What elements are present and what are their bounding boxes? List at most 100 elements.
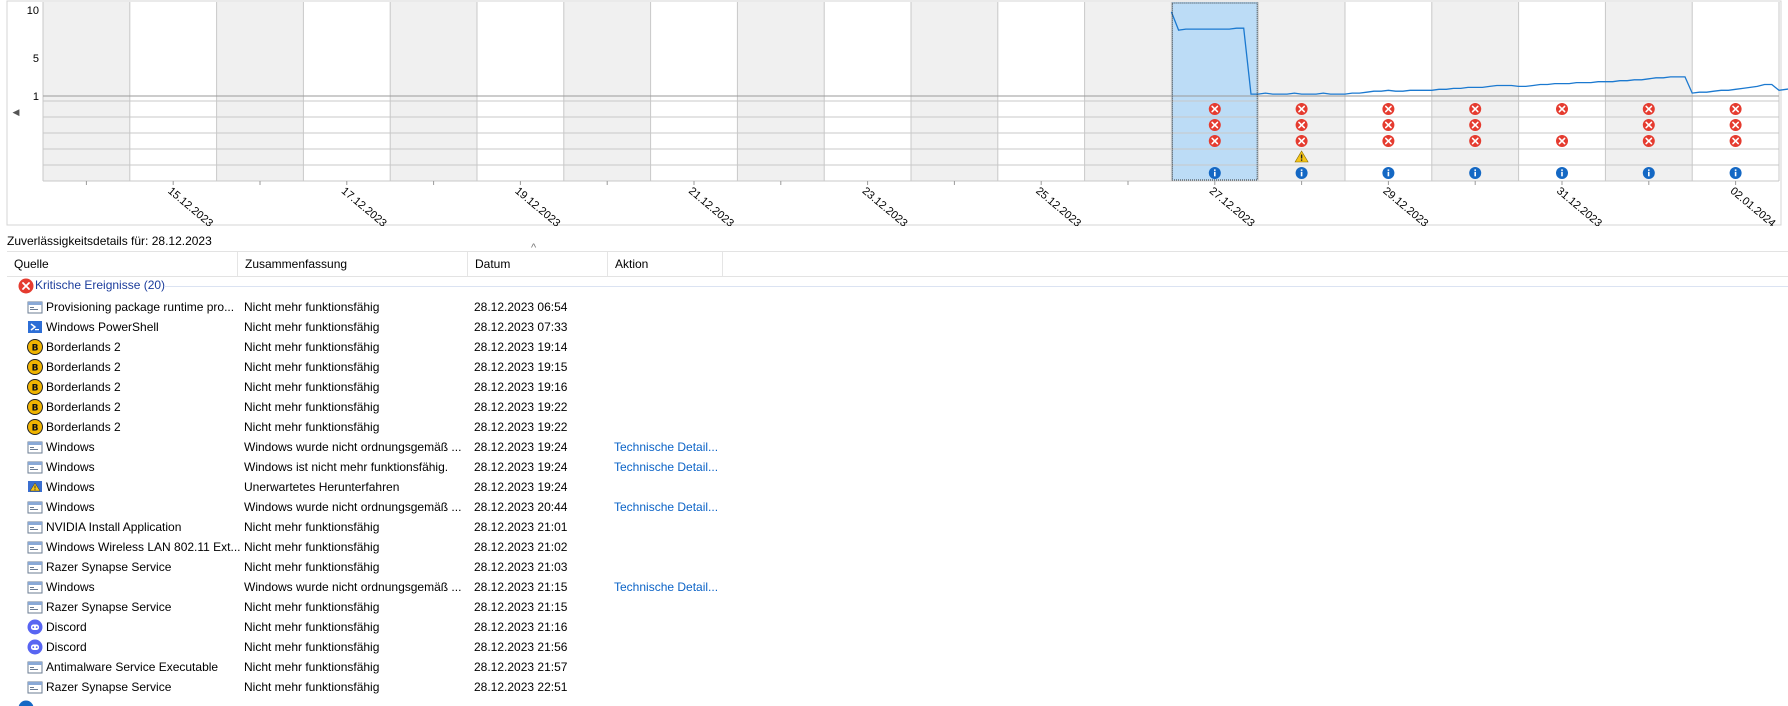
app-window-icon [27,659,43,675]
table-row[interactable]: Discord Nicht mehr funktionsfähig 28.12.20… [0,637,1788,657]
day-column[interactable] [650,2,738,181]
row-source: Discord [46,640,87,654]
technical-details-link[interactable]: Technische Detail... [614,440,718,454]
row-date: 28.12.2023 07:33 [474,320,568,334]
warning-marker-bang [1300,154,1303,159]
technical-details-link[interactable]: Technische Detail... [614,500,718,514]
app-window-icon [27,499,43,515]
row-source: Windows [46,440,95,454]
table-row[interactable]: Windows Unerwartetes Herunterfahren 28.12.… [0,477,1788,497]
day-column[interactable] [1518,2,1606,181]
row-summary: Unerwartetes Herunterfahren [244,480,400,494]
row-date: 28.12.2023 19:14 [474,340,568,354]
svg-text:B: B [32,424,39,434]
table-row[interactable]: Windows Windows wurde nicht ordnungsgemäß… [0,577,1788,597]
table-row[interactable]: Provisioning package runtime pro... Nicht… [0,297,1788,317]
day-column[interactable] [1692,2,1779,181]
table-row[interactable]: B Borderlands 2 Nicht mehr funktionsfähig 2… [0,337,1788,357]
table-row[interactable]: NVIDIA Install Application Nicht mehr fun… [0,517,1788,537]
table-row[interactable]: Antimalware Service Executable Nicht mehr… [0,657,1788,677]
day-column[interactable] [477,2,564,181]
info-marker-dot [1300,169,1303,171]
table-row[interactable]: Razer Synapse Service Nicht mehr funktion… [0,597,1788,617]
column-header-action[interactable]: Aktion [608,252,723,276]
group-info-events-partial [16,700,1788,706]
row-date: 28.12.2023 20:44 [474,500,568,514]
day-column[interactable] [303,2,391,181]
table-row[interactable]: B Borderlands 2 Nicht mehr funktionsfähig 2… [0,417,1788,437]
technical-details-link[interactable]: Technische Detail... [614,460,718,474]
table-row[interactable]: Razer Synapse Service Nicht mehr funktion… [0,557,1788,577]
borderlands-icon: B [27,339,43,355]
group-critical-events[interactable]: Kritische Ereignisse (20) [16,277,1788,295]
reliability-chart-svg[interactable]: 105115.12.2023 17.12.2023 19.12.2023 21.12.… [0,0,1788,226]
row-source: Discord [46,620,87,634]
day-column[interactable] [1605,2,1693,181]
day-column[interactable] [1084,2,1172,181]
borderlands-icon: B [27,379,43,395]
reliability-chart[interactable]: 10 5 1 15.12.2023 17.12.2023 19.12.2023 21.12.… [0,0,1788,226]
day-column[interactable] [43,2,130,181]
table-row[interactable]: Windows Windows wurde nicht ordnungsgemäß… [0,437,1788,457]
info-marker-bar [1734,171,1737,177]
app-window-icon [27,579,43,595]
day-column[interactable] [824,2,911,181]
row-source: Windows [46,480,95,494]
app-window-icon [27,519,43,535]
day-column[interactable] [1431,2,1519,181]
column-header-date[interactable]: Datum [468,252,608,276]
discord-icon [27,619,43,635]
day-column[interactable] [129,2,217,181]
row-source: Borderlands 2 [46,400,121,414]
borderlands-icon: B [27,419,43,435]
day-column[interactable] [390,2,477,181]
table-row[interactable]: Windows Wireless LAN 802.11 Ext... Nicht … [0,537,1788,557]
app-window-icon [27,679,43,695]
row-source: Windows [46,500,95,514]
row-date: 28.12.2023 19:24 [474,480,568,494]
event-list: Provisioning package runtime pro... Nicht… [0,297,1788,697]
svg-text:B: B [32,364,39,374]
day-column[interactable] [1345,2,1432,181]
technical-details-link[interactable]: Technische Detail... [614,580,718,594]
table-row[interactable]: B Borderlands 2 Nicht mehr funktionsfähig 2… [0,397,1788,417]
table-row[interactable]: Windows Windows wurde nicht ordnungsgemäß… [0,497,1788,517]
info-marker-dot [1734,169,1737,171]
table-row[interactable]: Discord Nicht mehr funktionsfähig 28.12.20… [0,617,1788,637]
info-marker-bar [1387,171,1390,177]
row-date: 28.12.2023 21:57 [474,660,568,674]
table-row[interactable]: B Borderlands 2 Nicht mehr funktionsfähig 2… [0,357,1788,377]
app-window-icon [27,439,43,455]
row-date: 28.12.2023 22:51 [474,680,568,694]
table-header: Quelle Zusammenfassung Datum Aktion [7,251,1788,277]
row-summary: Nicht mehr funktionsfähig [244,620,380,634]
row-summary: Windows ist nicht mehr funktionsfähig. [244,460,449,474]
column-header-summary[interactable]: Zusammenfassung [238,252,468,276]
app-window-icon [27,299,43,315]
table-row[interactable]: Windows Windows ist nicht mehr funktionsf… [0,457,1788,477]
svg-text:B: B [32,344,39,354]
row-date: 28.12.2023 21:02 [474,540,568,554]
row-source: Windows PowerShell [46,320,159,334]
table-row[interactable]: B Borderlands 2 Nicht mehr funktionsfähig 2… [0,377,1788,397]
details-heading: Zuverlässigkeitsdetails für: 28.12.2023 [7,234,212,248]
day-column[interactable] [563,2,651,181]
row-source: Windows Wireless LAN 802.11 Ext... [46,540,241,554]
row-summary: Nicht mehr funktionsfähig [244,680,380,694]
table-row[interactable]: Razer Synapse Service Nicht mehr funktion… [0,677,1788,697]
scroll-left-icon[interactable]: ◀ [10,104,22,120]
table-row[interactable]: Windows PowerShell Nicht mehr funktionsfä… [0,317,1788,337]
row-summary: Nicht mehr funktionsfähig [244,400,380,414]
day-column[interactable] [216,2,304,181]
row-source: Razer Synapse Service [46,600,172,614]
day-column[interactable] [997,2,1085,181]
row-summary: Windows wurde nicht ordnungsgemäß ... [244,500,462,514]
day-column[interactable] [911,2,998,181]
error-icon [18,278,34,297]
day-column[interactable] [737,2,825,181]
row-source: Provisioning package runtime pro... [46,300,235,314]
row-summary: Windows wurde nicht ordnungsgemäß ... [244,580,462,594]
info-marker-bar [1214,171,1216,177]
row-date: 28.12.2023 19:24 [474,440,568,454]
column-header-source[interactable]: Quelle [7,252,238,276]
